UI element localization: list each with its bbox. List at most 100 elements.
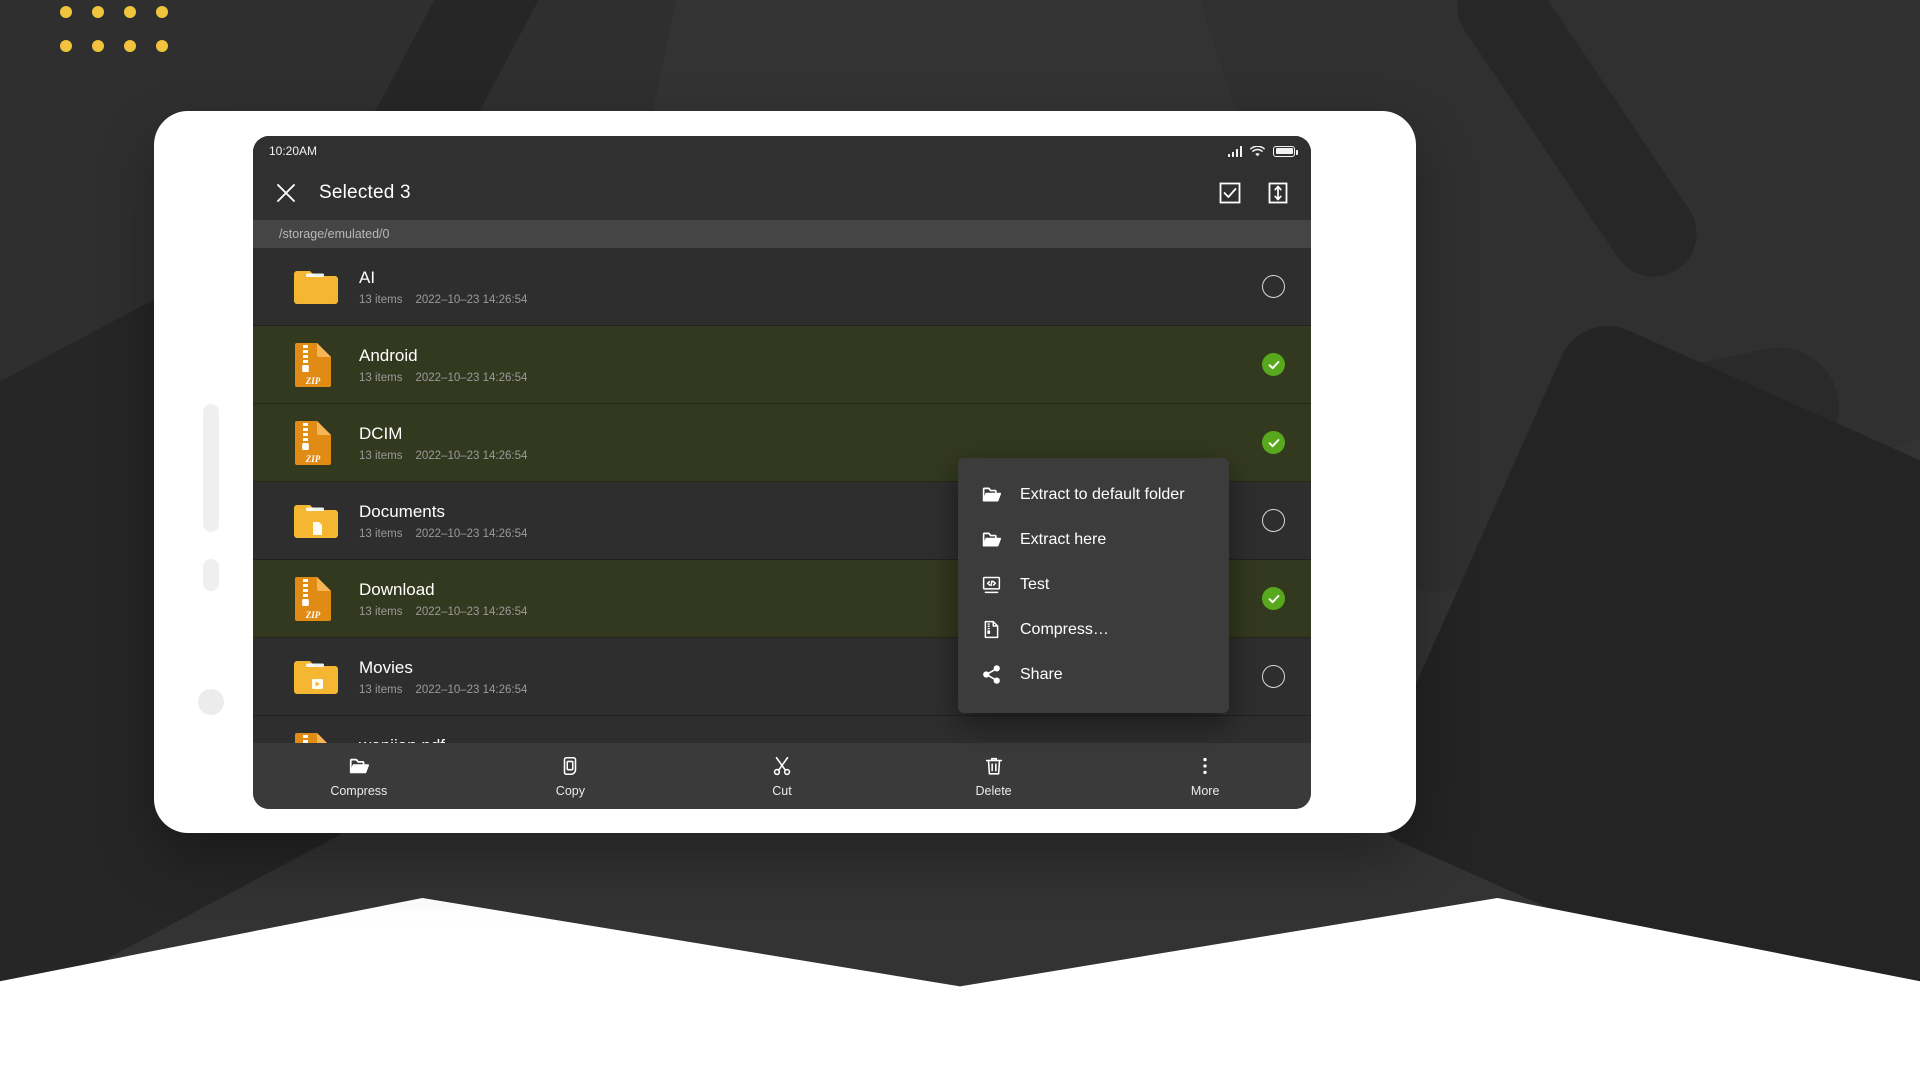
status-bar-time: 10:20AM — [269, 144, 318, 158]
dot-icon — [124, 40, 136, 52]
wallpaper-page: 10:20AM Selected 3 /storage/emulated/0 A… — [0, 0, 1920, 1080]
tablet-device-frame: 10:20AM Selected 3 /storage/emulated/0 A… — [154, 111, 1416, 833]
file-info: AI 13 items 2022–10–23 14:26:54 — [359, 268, 1262, 306]
file-item-count: 13 items — [359, 293, 403, 306]
code-monitor-icon — [980, 574, 1002, 595]
dot-icon — [60, 6, 72, 18]
folder-doc-icon — [293, 501, 339, 541]
file-item-count: 13 items — [359, 527, 403, 540]
toolbar-button-delete[interactable]: Delete — [888, 755, 1100, 798]
row-checkbox-unchecked[interactable] — [1262, 275, 1285, 298]
svg-text:ZIP: ZIP — [305, 376, 321, 386]
context-menu-item-label: Share — [1020, 665, 1063, 683]
dot-icon — [156, 6, 168, 18]
dot-icon — [124, 6, 136, 18]
dot-icon — [156, 40, 168, 52]
toolbar-button-label: Cut — [772, 783, 792, 798]
row-checkbox-checked[interactable] — [1262, 587, 1285, 610]
svg-text:ZIP: ZIP — [305, 610, 321, 620]
context-menu-item[interactable]: Share — [958, 652, 1229, 697]
copy-icon — [559, 755, 581, 777]
row-checkbox-unchecked[interactable] — [1262, 509, 1285, 532]
context-menu-item[interactable]: Compress… — [958, 607, 1229, 652]
battery-icon — [1273, 145, 1298, 157]
row-checkbox-checked[interactable] — [1262, 353, 1285, 376]
row-checkbox-unchecked[interactable] — [1262, 665, 1285, 688]
context-menu-item[interactable]: Test — [958, 562, 1229, 607]
file-info: DCIM 13 items 2022–10–23 14:26:54 — [359, 424, 1262, 462]
more-vertical-icon — [1194, 755, 1216, 777]
toolbar-button-label: More — [1190, 783, 1220, 798]
signal-icon — [1227, 145, 1242, 157]
app-bar: Selected 3 — [253, 166, 1311, 220]
row-checkbox-checked[interactable] — [1262, 431, 1285, 454]
file-item-count: 13 items — [359, 449, 403, 462]
toolbar-button-compress[interactable]: Compress — [253, 755, 465, 798]
file-item-count: 13 items — [359, 683, 403, 696]
file-item-count: 13 items — [359, 605, 403, 618]
context-menu[interactable]: Extract to default folder Extract here T… — [958, 458, 1229, 713]
table-row[interactable]: ZIP Android 13 items 2022–10–23 14:26:54 — [253, 326, 1311, 404]
toolbar-button-label: Copy — [555, 783, 585, 798]
breadcrumb-path: /storage/emulated/0 — [279, 227, 390, 241]
toolbar-button-more[interactable]: More — [1099, 755, 1311, 798]
tablet-screen: 10:20AM Selected 3 /storage/emulated/0 A… — [253, 136, 1311, 809]
toolbar-button-label: Compress — [330, 783, 388, 798]
dot-icon — [92, 40, 104, 52]
page-title: Selected 3 — [319, 182, 411, 203]
file-meta: 13 items 2022–10–23 14:26:54 — [359, 372, 1262, 384]
power-button[interactable] — [203, 559, 219, 591]
file-date: 2022–10–23 14:26:54 — [415, 527, 528, 540]
context-menu-item-label: Extract here — [1020, 530, 1107, 548]
folder-open-icon — [348, 755, 370, 777]
table-row[interactable]: AI 13 items 2022–10–23 14:26:54 — [253, 248, 1311, 326]
zip-file-icon: ZIP — [293, 342, 339, 388]
file-info: wenjian.pdf 13 items 2022–10–23 14:26:54 — [359, 736, 1262, 744]
context-menu-item-label: Test — [1020, 575, 1050, 593]
toolbar-button-label: Delete — [975, 783, 1012, 798]
dot-icon — [60, 40, 72, 52]
zip-file-icon: ZIP — [293, 732, 339, 743]
file-name: DCIM — [359, 423, 403, 443]
zip-file-icon: ZIP — [293, 420, 339, 466]
file-name: Android — [359, 345, 418, 365]
file-name: AI — [359, 267, 376, 287]
share-icon — [980, 664, 1002, 685]
status-bar: 10:20AM — [253, 136, 1311, 166]
scissors-icon — [771, 755, 793, 777]
file-date: 2022–10–23 14:26:54 — [415, 371, 528, 384]
home-indicator-button[interactable] — [198, 689, 224, 715]
folder-video-icon — [293, 657, 339, 697]
context-menu-item-label: Compress… — [1020, 620, 1109, 638]
toolbar-button-cut[interactable]: Cut — [676, 755, 888, 798]
context-menu-item-label: Extract to default folder — [1020, 485, 1185, 503]
context-menu-item[interactable]: Extract here — [958, 517, 1229, 562]
dot-icon — [92, 6, 104, 18]
svg-text:ZIP: ZIP — [305, 454, 321, 464]
file-name: wenjian.pdf — [359, 736, 1262, 744]
table-row[interactable]: ZIP wenjian.pdf 13 items 2022–10–23 14:2… — [253, 716, 1311, 743]
folder-open-icon — [980, 484, 1002, 505]
sort-expand-icon[interactable] — [1267, 182, 1289, 204]
trash-icon — [983, 755, 1005, 777]
zip-document-icon — [980, 619, 1002, 640]
select-all-checkbox-icon[interactable] — [1219, 182, 1241, 204]
folder-icon — [293, 267, 339, 307]
file-date: 2022–10–23 14:26:54 — [415, 605, 528, 618]
close-icon[interactable] — [275, 182, 297, 204]
zip-file-icon: ZIP — [293, 576, 339, 622]
breadcrumb[interactable]: /storage/emulated/0 — [253, 220, 1311, 248]
file-meta: 13 items 2022–10–23 14:26:54 — [359, 294, 1262, 306]
bottom-toolbar: Compress Copy Cut Delete More — [253, 743, 1311, 809]
wifi-icon — [1250, 145, 1265, 157]
file-info: Android 13 items 2022–10–23 14:26:54 — [359, 346, 1262, 384]
file-date: 2022–10–23 14:26:54 — [415, 293, 528, 306]
toolbar-button-copy[interactable]: Copy — [465, 755, 677, 798]
volume-rocker-button[interactable] — [203, 404, 219, 532]
file-item-count: 13 items — [359, 371, 403, 384]
context-menu-item[interactable]: Extract to default folder — [958, 472, 1229, 517]
decorative-dot-grid — [60, 6, 188, 74]
folder-open-icon — [980, 529, 1002, 550]
file-date: 2022–10–23 14:26:54 — [415, 683, 528, 696]
status-bar-icons — [1227, 145, 1298, 157]
